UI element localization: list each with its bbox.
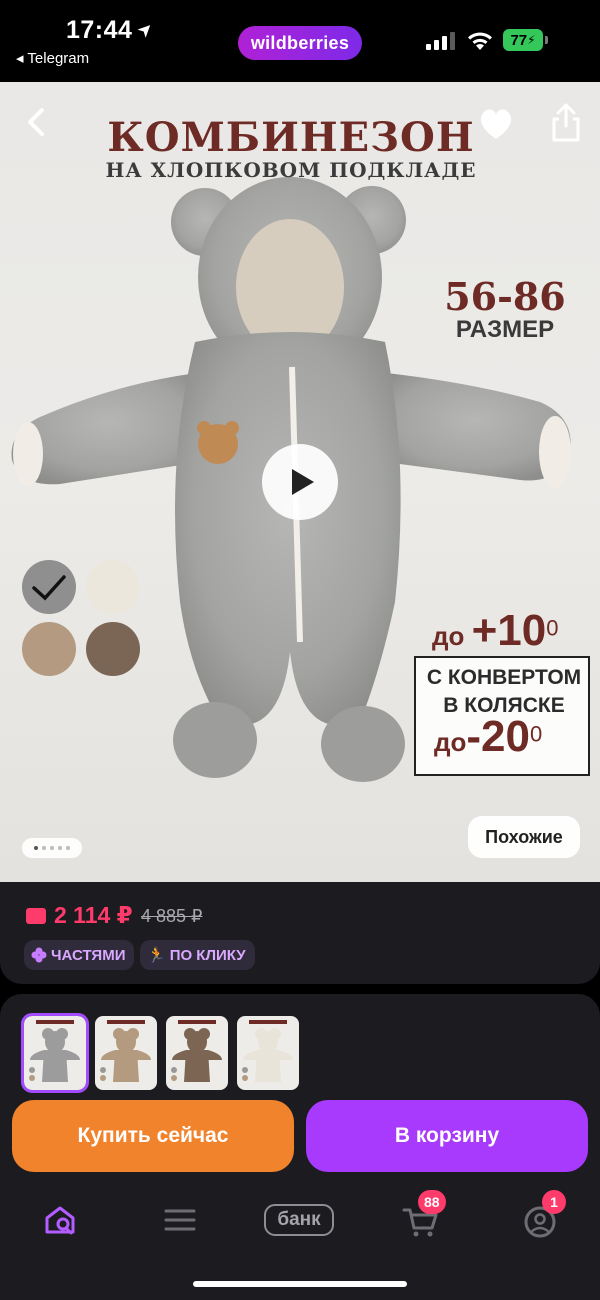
location-arrow-icon: ➤ xyxy=(133,16,159,42)
home-indicator[interactable] xyxy=(193,1281,407,1287)
old-price: 4 885 ₽ xyxy=(141,906,203,926)
cellular-signal-icon xyxy=(426,32,456,50)
temperature-plus: до +100 xyxy=(432,606,559,656)
installments-chip[interactable]: ЧАСТЯМИ xyxy=(24,940,135,970)
thumbnail-image xyxy=(171,1020,222,1082)
temp-minus-value: -20 xyxy=(466,712,530,761)
checkmark-icon xyxy=(32,575,66,601)
one-click-chip[interactable]: 🏃 ПО КЛИКУ xyxy=(140,940,255,970)
clover-icon xyxy=(31,947,47,963)
brand-logo: wildberries xyxy=(238,26,362,60)
status-bar: 17:44➤ ◂ Telegram wildberries 77 ⚡ xyxy=(0,0,600,82)
product-image-carousel[interactable]: КОМБИНЕЗОН НА ХЛОПКОВОМ ПОДКЛАДЕ 56-86 Р… xyxy=(0,82,600,882)
installments-chip-label: ЧАСТЯМИ xyxy=(51,946,126,964)
battery-level: 77 xyxy=(510,31,528,49)
play-video-button[interactable] xyxy=(262,444,338,520)
nav-profile[interactable]: 1 xyxy=(510,1190,570,1242)
status-time: 17:44➤ xyxy=(66,16,158,45)
home-search-icon xyxy=(45,1206,75,1235)
nav-bank[interactable]: банк xyxy=(262,1198,336,1242)
product-title-overlay: КОМБИНЕЗОН xyxy=(107,114,475,161)
color-thumbnail[interactable] xyxy=(21,1013,89,1093)
temp-minus-prefix: до xyxy=(434,727,467,757)
bank-label: банк xyxy=(264,1204,334,1236)
menu-icon xyxy=(164,1209,196,1231)
carousel-dot xyxy=(50,846,54,850)
temp-minus-degree: 0 xyxy=(529,721,543,747)
size-range-text: 56-86 xyxy=(444,274,566,319)
color-thumbnail[interactable] xyxy=(95,1016,157,1090)
nav-home[interactable] xyxy=(30,1198,90,1242)
nav-cart[interactable]: 88 xyxy=(392,1190,452,1242)
product-subtitle-overlay: НА ХЛОПКОВОМ ПОДКЛАДЕ xyxy=(105,158,477,182)
carousel-dot xyxy=(66,846,70,850)
thumbnail-image xyxy=(242,1020,293,1082)
purchase-sheet: Купить сейчас В корзину банк 88 1 xyxy=(0,994,600,1300)
carousel-dot xyxy=(34,846,38,850)
cart-badge: 88 xyxy=(418,1190,446,1214)
battery-cap xyxy=(545,36,548,44)
play-icon xyxy=(292,469,314,495)
wifi-icon xyxy=(468,32,492,50)
add-to-cart-button[interactable]: В корзину xyxy=(306,1100,588,1172)
color-swatch-milk[interactable] xyxy=(86,560,140,614)
wallet-icon xyxy=(26,908,46,924)
profile-badge: 1 xyxy=(542,1190,566,1214)
current-price: 2 114 ₽ xyxy=(54,902,133,928)
carousel-dot xyxy=(58,846,62,850)
color-swatch-beige[interactable] xyxy=(22,622,76,676)
nav-catalog[interactable] xyxy=(150,1198,210,1242)
status-time-text: 17:44 xyxy=(66,16,133,44)
carousel-dot xyxy=(42,846,46,850)
temperature-minus: до-200 xyxy=(434,712,542,762)
color-thumbnail[interactable] xyxy=(237,1016,299,1090)
size-label-text: РАЗМЕР xyxy=(455,316,555,343)
battery-indicator: 77 ⚡ xyxy=(503,29,543,51)
temp-plus-value: +10 xyxy=(471,606,547,655)
price-card: 2 114 ₽ 4 885 ₽ ЧАСТЯМИ 🏃 ПО КЛИКУ xyxy=(0,882,600,984)
envelope-line-1: С КОНВЕРТОМ xyxy=(426,666,582,689)
temp-plus-prefix: до xyxy=(432,621,472,651)
back-to-app-link[interactable]: ◂ Telegram xyxy=(16,49,89,67)
one-click-chip-label: ПО КЛИКУ xyxy=(169,946,246,964)
thumbnail-image xyxy=(100,1020,151,1082)
carousel-dots xyxy=(22,838,82,858)
charging-icon: ⚡ xyxy=(527,33,536,47)
running-person-icon: 🏃 xyxy=(147,947,166,964)
color-swatch-brown[interactable] xyxy=(86,622,140,676)
buy-now-button[interactable]: Купить сейчас xyxy=(12,1100,294,1172)
temp-plus-degree: 0 xyxy=(546,615,559,641)
thumbnail-image xyxy=(29,1020,80,1082)
color-thumbnail[interactable] xyxy=(166,1016,228,1090)
similar-button[interactable]: Похожие xyxy=(468,816,580,858)
color-swatch-grey[interactable] xyxy=(22,560,76,614)
